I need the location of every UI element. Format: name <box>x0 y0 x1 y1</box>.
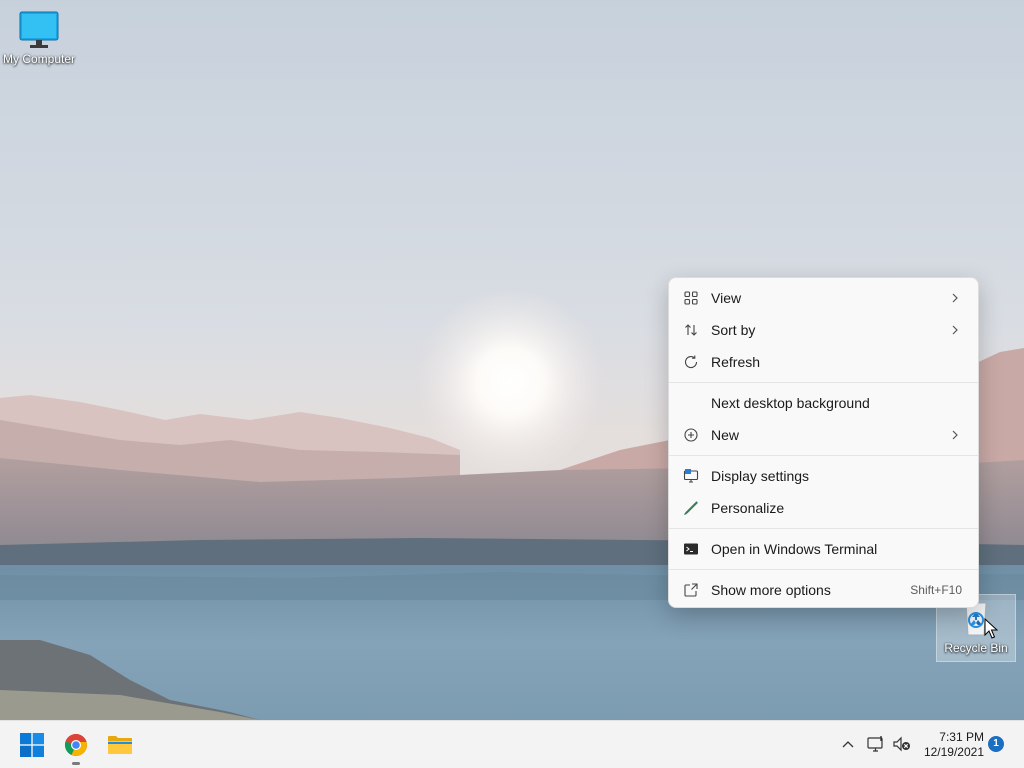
menu-item-display-settings[interactable]: Display settings <box>673 460 974 492</box>
menu-item-label: Next desktop background <box>711 395 870 411</box>
add-circle-icon <box>684 428 698 442</box>
chevron-right-icon <box>952 293 958 303</box>
menu-item-open-in-windows-terminal[interactable]: Open in Windows Terminal <box>673 533 974 565</box>
chrome-icon <box>64 734 87 756</box>
taskbar-app-chrome[interactable] <box>58 727 94 765</box>
clock-time: 7:31 PM <box>939 730 984 744</box>
desktop-icon-label: Recycle Bin <box>944 641 1008 655</box>
menu-item-label: New <box>711 427 740 443</box>
folder-icon <box>108 736 132 754</box>
chevron-right-icon <box>952 325 958 335</box>
menu-item-next-desktop-background[interactable]: Next desktop background <box>673 387 974 419</box>
volume-muted-icon[interactable] <box>892 734 912 754</box>
menu-item-label: Personalize <box>711 500 785 516</box>
desktop-icon-my-computer[interactable]: My Computer <box>0 10 78 66</box>
menu-item-view[interactable]: View <box>673 282 974 314</box>
chevron-up-icon[interactable] <box>838 734 858 754</box>
desktop-context-menu: View Sort by Refresh Next desktop backgr… <box>668 277 979 608</box>
notification-badge[interactable]: 1 <box>988 736 1004 752</box>
menu-separator <box>669 569 978 570</box>
menu-item-new[interactable]: New <box>673 419 974 451</box>
menu-item-personalize[interactable]: Personalize <box>673 492 974 524</box>
menu-item-label: Sort by <box>711 322 756 338</box>
menu-item-refresh[interactable]: Refresh <box>673 346 974 378</box>
menu-item-show-more-options[interactable]: Show more options Shift+F10 <box>673 574 974 606</box>
menu-item-label: Refresh <box>711 354 761 370</box>
terminal-icon <box>684 543 698 555</box>
expand-icon <box>684 583 698 597</box>
monitor-icon <box>19 11 59 48</box>
menu-item-sort-by[interactable]: Sort by <box>673 314 974 346</box>
taskbar-app-file-explorer[interactable] <box>102 727 138 763</box>
chevron-right-icon <box>952 430 958 440</box>
display-icon <box>683 469 699 483</box>
menu-separator <box>669 528 978 529</box>
clock[interactable]: 7:31 PM 12/19/2021 <box>920 730 984 760</box>
menu-separator <box>669 382 978 383</box>
taskbar: 7:31 PM 12/19/2021 1 <box>0 720 1024 768</box>
sort-icon <box>685 324 697 336</box>
grid-icon <box>684 291 698 305</box>
refresh-icon <box>684 355 698 369</box>
clock-date: 12/19/2021 <box>923 745 984 759</box>
menu-item-label: Show more options <box>711 582 831 598</box>
menu-item-label: Display settings <box>711 468 810 484</box>
start-button[interactable] <box>14 727 50 763</box>
menu-item-label: View <box>711 290 742 306</box>
brush-icon <box>684 501 698 516</box>
menu-item-label: Open in Windows Terminal <box>711 541 878 557</box>
windows-logo-icon <box>20 733 44 757</box>
menu-item-shortcut: Shift+F10 <box>910 583 962 597</box>
network-icon[interactable] <box>866 734 886 754</box>
running-indicator <box>72 762 80 765</box>
menu-separator <box>669 455 978 456</box>
mouse-cursor-icon <box>984 618 998 639</box>
desktop-icon-label: My Computer <box>2 52 76 66</box>
